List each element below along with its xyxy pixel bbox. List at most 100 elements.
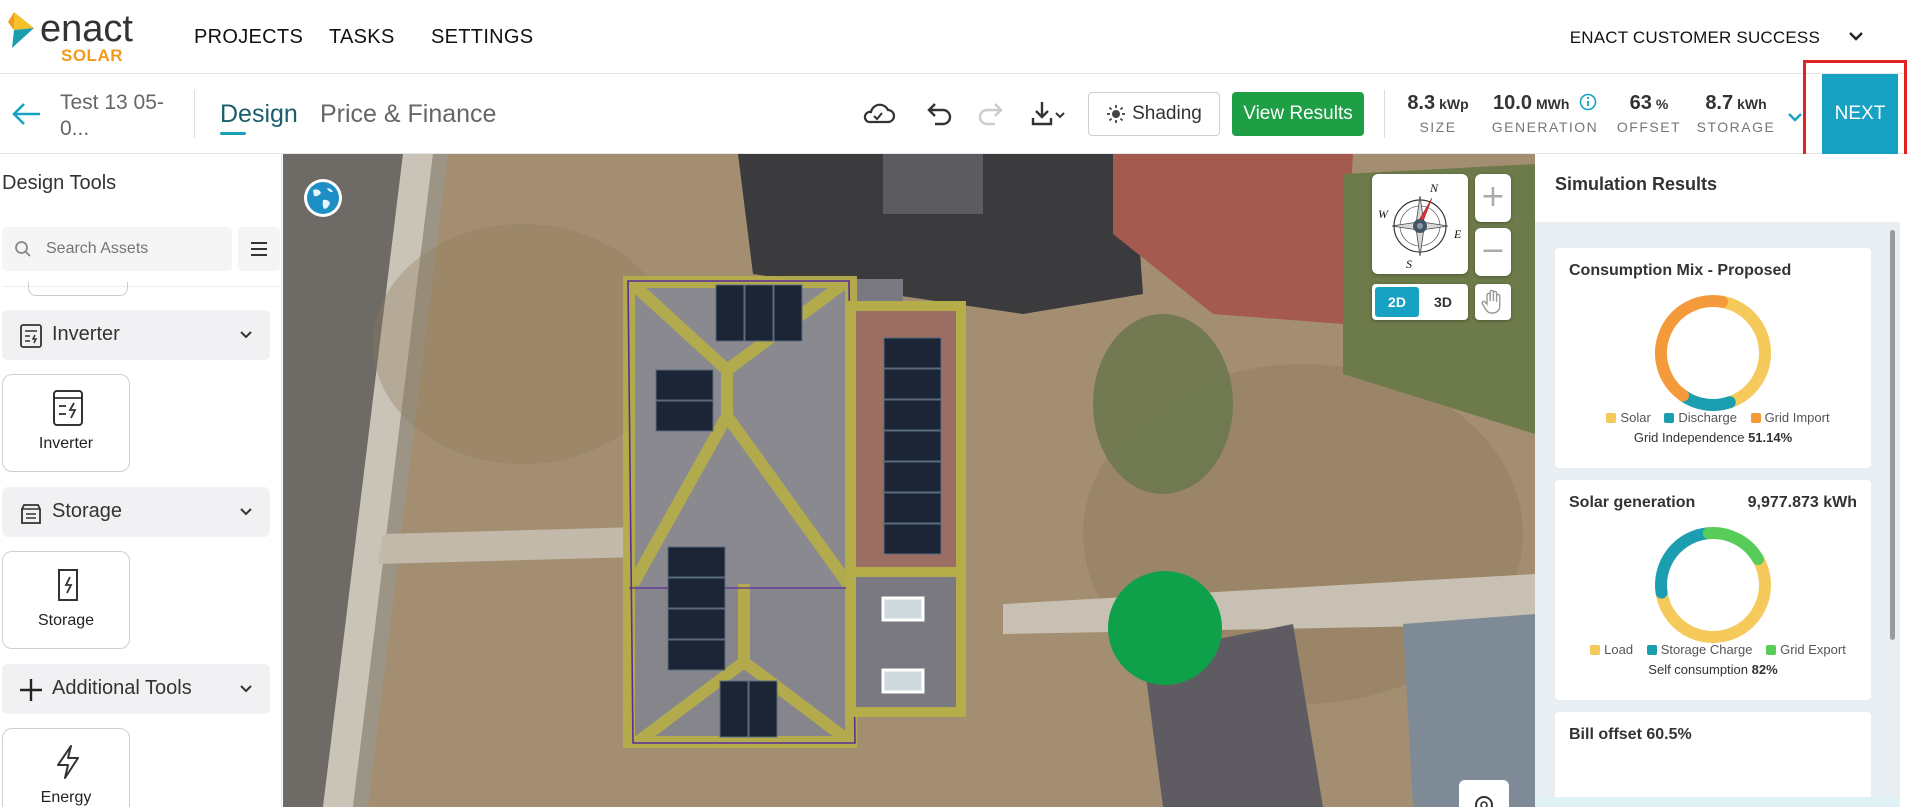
zoom-out-button[interactable]: − bbox=[1475, 228, 1511, 276]
stat-generation-label: GENERATION bbox=[1491, 119, 1599, 135]
panel-footer-strip bbox=[1535, 797, 1900, 807]
donut-slice-solar bbox=[1716, 295, 1771, 409]
tab-active-indicator bbox=[220, 132, 246, 135]
brand-name: enact bbox=[40, 8, 133, 50]
chevron-down-icon bbox=[240, 685, 252, 693]
shading-label: Shading bbox=[1132, 103, 1202, 124]
solar-generation-card: Solar generation 9,977.873 kWh Load Stor… bbox=[1555, 480, 1871, 700]
info-icon[interactable] bbox=[1579, 93, 1597, 111]
stat-offset-label: OFFSET bbox=[1616, 119, 1682, 135]
search-assets[interactable] bbox=[2, 227, 232, 271]
legend-swatch-storage-charge bbox=[1646, 645, 1657, 655]
tool-card-inverter-label: Inverter bbox=[38, 435, 94, 452]
stats-expand-chevron-icon[interactable] bbox=[1784, 106, 1806, 128]
legend-swatch-load bbox=[1590, 645, 1601, 655]
legend-discharge: Discharge bbox=[1678, 410, 1737, 425]
consumption-legend: Solar Discharge Grid Import bbox=[1555, 410, 1871, 425]
enact-logo[interactable]: enact SOLAR bbox=[8, 8, 158, 65]
tool-card-inverter[interactable]: Inverter bbox=[2, 374, 130, 472]
generation-donut-chart bbox=[1655, 527, 1771, 643]
nav-tasks[interactable]: TASKS bbox=[329, 26, 395, 49]
section-additional-tools[interactable]: Additional Tools bbox=[2, 664, 270, 714]
tab-price-finance[interactable]: Price & Finance bbox=[320, 100, 496, 129]
cloud-save-icon[interactable] bbox=[860, 96, 896, 132]
legend-swatch-grid-export bbox=[1766, 645, 1777, 655]
view-mode-toggle: 2D 3D bbox=[1372, 284, 1468, 320]
inverter-icon bbox=[20, 324, 42, 348]
search-input[interactable] bbox=[46, 237, 226, 261]
simulation-results-panel: Simulation Results Consumption Mix - Pro… bbox=[1535, 154, 1908, 807]
menu-button[interactable] bbox=[238, 227, 280, 271]
results-scroll-area: Consumption Mix - Proposed Solar Dischar… bbox=[1535, 222, 1900, 807]
results-scrollbar[interactable] bbox=[1890, 230, 1895, 640]
stat-storage-value: 8.7 bbox=[1705, 92, 1734, 114]
inverter-icon bbox=[53, 390, 83, 426]
search-icon bbox=[15, 241, 31, 257]
account-name[interactable]: ENACT CUSTOMER SUCCESS bbox=[1570, 28, 1820, 48]
satellite-scene bbox=[283, 154, 1535, 807]
legend-grid-export: Grid Export bbox=[1780, 642, 1846, 657]
chevron-down-icon bbox=[240, 331, 252, 339]
stat-offset: 63% OFFSET bbox=[1614, 92, 1684, 135]
compass-n: N bbox=[1429, 181, 1439, 195]
consumption-donut-chart bbox=[1655, 295, 1771, 411]
section-inverter-label: Inverter bbox=[52, 323, 120, 345]
design-tools-sidebar: Design Tools Inverter bbox=[0, 154, 282, 807]
section-storage-label: Storage bbox=[52, 500, 123, 522]
nav-projects[interactable]: PROJECTS bbox=[194, 26, 303, 49]
stat-size-value: 8.3 bbox=[1407, 92, 1436, 114]
top-navbar: enact SOLAR PROJECTS TASKS SETTINGS ENAC… bbox=[0, 0, 1908, 74]
shading-button[interactable]: Shading bbox=[1088, 92, 1220, 136]
grid-independence-value: 51.14% bbox=[1748, 430, 1793, 445]
stat-storage: 8.7 kWh STORAGE bbox=[1696, 92, 1776, 135]
legend-swatch-discharge bbox=[1664, 413, 1675, 423]
enact-logo-icon bbox=[8, 12, 34, 48]
section-inverter[interactable]: Inverter bbox=[2, 310, 270, 360]
back-arrow-icon[interactable] bbox=[10, 100, 42, 128]
section-storage[interactable]: Storage bbox=[2, 487, 270, 537]
redo-icon[interactable] bbox=[974, 96, 1010, 132]
undo-icon[interactable] bbox=[920, 96, 956, 132]
chevron-down-icon[interactable] bbox=[1844, 24, 1868, 48]
grid-independence: Grid Independence 51.14% bbox=[1555, 430, 1871, 445]
stat-offset-unit: % bbox=[1655, 96, 1669, 112]
view-results-button[interactable]: View Results bbox=[1232, 92, 1364, 136]
stat-storage-unit: kWh bbox=[1737, 96, 1767, 112]
compass-widget[interactable]: N E S W bbox=[1372, 174, 1468, 274]
compass-e: E bbox=[1453, 227, 1462, 241]
next-button[interactable]: NEXT bbox=[1822, 74, 1898, 154]
map-canvas[interactable]: N E S W + − 2D 3D bbox=[283, 154, 1535, 807]
pan-button[interactable] bbox=[1475, 284, 1511, 320]
compass-s: S bbox=[1406, 257, 1412, 271]
download-icon[interactable] bbox=[1028, 96, 1072, 132]
tool-card-energy[interactable]: Energy bbox=[2, 728, 130, 807]
view-3d-button[interactable]: 3D bbox=[1421, 287, 1465, 317]
map-settings-button[interactable] bbox=[1459, 780, 1509, 807]
donut-slice-grid-import bbox=[1655, 295, 1729, 402]
self-consumption: Self consumption 82% bbox=[1555, 662, 1871, 677]
tool-card-storage[interactable]: Storage bbox=[2, 551, 130, 649]
donut-slice-grid-export bbox=[1702, 527, 1765, 565]
generation-legend: Load Storage Charge Grid Export bbox=[1555, 642, 1871, 657]
tool-card-storage-label: Storage bbox=[37, 612, 95, 629]
stat-size-unit: kWp bbox=[1439, 96, 1469, 112]
stat-storage-label: STORAGE bbox=[1696, 119, 1776, 135]
self-consumption-value: 82% bbox=[1751, 662, 1778, 677]
compass-w: W bbox=[1378, 207, 1389, 221]
self-consumption-label: Self consumption bbox=[1648, 662, 1749, 677]
plus-icon bbox=[20, 679, 42, 701]
tool-card-partial[interactable] bbox=[28, 282, 128, 296]
donut-slice-load bbox=[1655, 553, 1771, 643]
hand-pan-icon bbox=[1481, 289, 1501, 314]
donut-slice-discharge bbox=[1677, 389, 1736, 411]
view-2d-button[interactable]: 2D bbox=[1375, 287, 1419, 317]
divider bbox=[1384, 90, 1385, 138]
stat-size: 8.3 kWp SIZE bbox=[1400, 92, 1476, 135]
stat-generation-unit: MWh bbox=[1535, 96, 1570, 112]
stat-generation-value: 10.0 bbox=[1493, 92, 1532, 114]
nav-settings[interactable]: SETTINGS bbox=[431, 26, 533, 49]
zoom-in-button[interactable]: + bbox=[1475, 174, 1511, 222]
tab-design[interactable]: Design bbox=[220, 100, 298, 129]
consumption-mix-card: Consumption Mix - Proposed Solar Dischar… bbox=[1555, 248, 1871, 468]
globe-icon[interactable] bbox=[303, 178, 343, 218]
